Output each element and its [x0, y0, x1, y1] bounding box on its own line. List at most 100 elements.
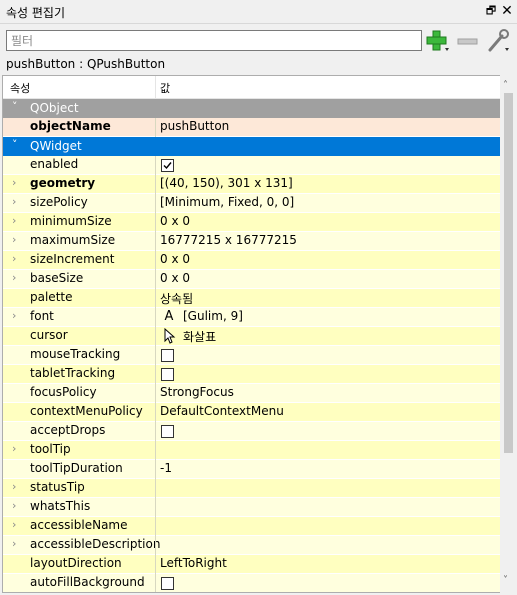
chevron-down-icon[interactable]: ˅	[12, 138, 18, 151]
chevron-right-icon[interactable]: ›	[12, 214, 22, 227]
column-separator	[155, 289, 156, 308]
column-separator	[155, 194, 156, 213]
header-separator	[155, 76, 156, 99]
scroll-up-icon[interactable]: ˄	[503, 80, 508, 91]
property-name: palette	[30, 290, 73, 304]
remove-dynamic-property-button[interactable]	[455, 29, 481, 53]
chevron-right-icon[interactable]: ›	[12, 271, 22, 284]
property-row-objectname[interactable]: objectName pushButton	[3, 118, 501, 137]
column-separator	[155, 574, 156, 592]
chevron-right-icon[interactable]: ›	[12, 195, 22, 208]
property-value[interactable]: 0 x 0	[160, 214, 190, 228]
chevron-right-icon[interactable]: ›	[12, 442, 22, 455]
property-row-geometry[interactable]: › geometry [(40, 150), 301 x 131]	[3, 175, 501, 194]
property-value[interactable]: -1	[160, 461, 172, 475]
property-name: minimumSize	[30, 214, 112, 228]
property-value[interactable]: 상속됨	[160, 290, 193, 307]
property-value[interactable]: LeftToRight	[160, 556, 227, 570]
float-icon[interactable]: 🗗	[484, 4, 498, 18]
tablettracking-checkbox[interactable]	[161, 368, 174, 381]
property-name: focusPolicy	[30, 385, 97, 399]
chevron-right-icon[interactable]: ›	[12, 480, 22, 493]
column-separator	[155, 232, 156, 251]
property-row-maximumsize[interactable]: › maximumSize 16777215 x 16777215	[3, 232, 501, 251]
property-row-cursor[interactable]: cursor 화살표	[3, 327, 501, 346]
property-value[interactable]: 화살표	[183, 328, 216, 345]
property-row-tooltip[interactable]: › toolTip	[3, 441, 501, 460]
checkmark-icon	[163, 162, 172, 170]
property-row-font[interactable]: › font A [Gulim, 9]	[3, 308, 501, 327]
property-row-accessibledescription[interactable]: › accessibleDescription	[3, 536, 501, 555]
chevron-right-icon[interactable]: ›	[12, 252, 22, 265]
property-value[interactable]: StrongFocus	[160, 385, 234, 399]
column-separator	[155, 365, 156, 384]
property-name: mouseTracking	[30, 347, 121, 361]
column-separator	[155, 156, 156, 175]
chevron-right-icon[interactable]: ›	[12, 518, 22, 531]
column-separator	[155, 517, 156, 536]
column-separator	[155, 213, 156, 232]
column-separator	[155, 270, 156, 289]
enabled-checkbox[interactable]	[161, 159, 174, 172]
property-row-statustip[interactable]: › statusTip	[3, 479, 501, 498]
property-row-sizeincrement[interactable]: › sizeIncrement 0 x 0	[3, 251, 501, 270]
chevron-right-icon[interactable]: ›	[12, 309, 22, 322]
property-value[interactable]: 0 x 0	[160, 271, 190, 285]
chevron-down-icon[interactable]: ˅	[12, 100, 18, 113]
property-row-minimumsize[interactable]: › minimumSize 0 x 0	[3, 213, 501, 232]
property-name: statusTip	[30, 480, 85, 494]
property-row-tooltipduration[interactable]: toolTipDuration -1	[3, 460, 501, 479]
arrow-cursor-icon	[161, 327, 177, 344]
header-property[interactable]: 속성	[10, 80, 30, 96]
property-name: sizePolicy	[30, 195, 88, 209]
property-value[interactable]: pushButton	[160, 119, 229, 133]
property-rows: ˅ QObject objectName pushButton ˅ QWidge…	[3, 99, 501, 592]
chevron-right-icon[interactable]: ›	[12, 233, 22, 246]
add-dynamic-property-button[interactable]	[425, 29, 451, 53]
property-value[interactable]: [Gulim, 9]	[183, 309, 243, 323]
property-row-palette[interactable]: palette 상속됨	[3, 289, 501, 308]
vertical-scrollbar[interactable]: ˄ ˅	[500, 75, 517, 593]
scroll-down-icon[interactable]: ˅	[503, 575, 508, 586]
filter-input[interactable]	[6, 30, 422, 51]
close-icon[interactable]: ✕	[500, 3, 514, 19]
autofillbackground-checkbox[interactable]	[161, 577, 174, 590]
plus-icon	[426, 30, 449, 51]
chevron-right-icon[interactable]: ›	[12, 537, 22, 550]
property-tree[interactable]: 속성 값 ˅ QObject objectName pushButton ˅ Q…	[2, 75, 502, 593]
header-value[interactable]: 값	[160, 80, 170, 96]
wrench-icon	[488, 29, 509, 52]
property-row-contextmenupolicy[interactable]: contextMenuPolicy DefaultContextMenu	[3, 403, 501, 422]
column-separator	[155, 479, 156, 498]
property-name: toolTip	[30, 442, 71, 456]
group-qobject[interactable]: ˅ QObject	[3, 99, 501, 118]
chevron-right-icon[interactable]: ›	[12, 176, 22, 189]
property-value[interactable]: [(40, 150), 301 x 131]	[160, 176, 293, 190]
property-row-tablettracking[interactable]: tabletTracking	[3, 365, 501, 384]
property-row-layoutdirection[interactable]: layoutDirection LeftToRight	[3, 555, 501, 574]
property-row-acceptdrops[interactable]: acceptDrops	[3, 422, 501, 441]
scrollbar-thumb[interactable]	[504, 93, 513, 453]
property-row-enabled[interactable]: enabled	[3, 156, 501, 175]
property-name: contextMenuPolicy	[30, 404, 143, 418]
property-value[interactable]: [Minimum, Fixed, 0, 0]	[160, 195, 294, 209]
property-value[interactable]: 16777215 x 16777215	[160, 233, 297, 247]
property-row-sizepolicy[interactable]: › sizePolicy [Minimum, Fixed, 0, 0]	[3, 194, 501, 213]
acceptdrops-checkbox[interactable]	[161, 425, 174, 438]
mousetracking-checkbox[interactable]	[161, 349, 174, 362]
property-value[interactable]: 0 x 0	[160, 252, 190, 266]
property-row-basesize[interactable]: › baseSize 0 x 0	[3, 270, 501, 289]
property-name: accessibleName	[30, 518, 128, 532]
property-row-accessiblename[interactable]: › accessibleName	[3, 517, 501, 536]
property-row-whatsthis[interactable]: › whatsThis	[3, 498, 501, 517]
property-row-autofillbackground[interactable]: autoFillBackground	[3, 574, 501, 592]
property-row-focuspolicy[interactable]: focusPolicy StrongFocus	[3, 384, 501, 403]
group-label: QObject	[30, 101, 79, 115]
property-value[interactable]: DefaultContextMenu	[160, 404, 284, 418]
chevron-right-icon[interactable]: ›	[12, 499, 22, 512]
property-row-mousetracking[interactable]: mouseTracking	[3, 346, 501, 365]
object-class-label: pushButton : QPushButton	[0, 57, 517, 74]
tree-header: 속성 값	[3, 76, 501, 99]
group-qwidget[interactable]: ˅ QWidget	[3, 137, 501, 156]
configure-button[interactable]	[485, 29, 511, 53]
